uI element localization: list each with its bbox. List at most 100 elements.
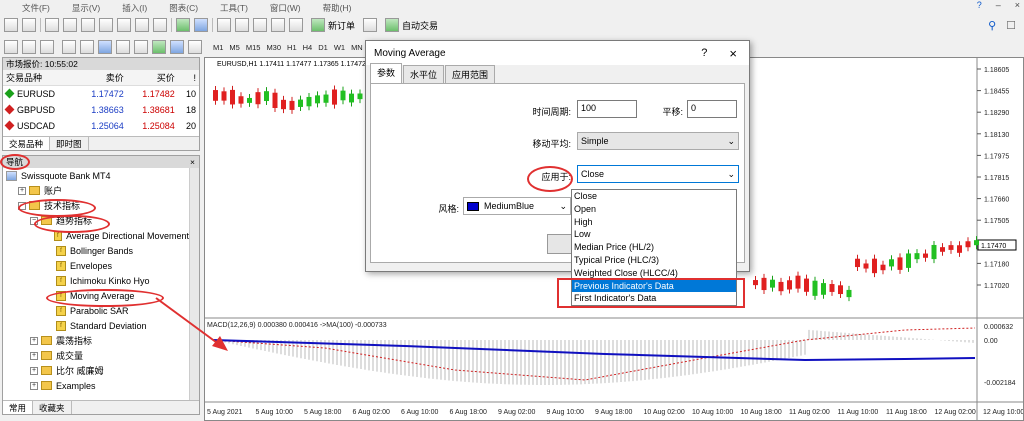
nav-item[interactable]: + Examples	[3, 378, 189, 393]
menu-item[interactable]: 窗口(W)	[270, 2, 301, 14]
bar-chart-icon[interactable]	[4, 40, 18, 54]
tab-tick-chart[interactable]: 即时图	[50, 137, 89, 150]
channel-icon[interactable]	[99, 18, 113, 32]
navigator-icon[interactable]	[253, 18, 267, 32]
apply-option[interactable]: Typical Price (HLC/3)	[572, 254, 736, 267]
expand-icon[interactable]: +	[18, 186, 26, 195]
nav-item[interactable]: + 比尔 威廉姆	[3, 363, 189, 378]
tab-common[interactable]: 常用	[3, 401, 34, 414]
apply-to-select[interactable]: Close ⌄	[577, 165, 739, 183]
col-symbol[interactable]: 交易品种	[3, 70, 76, 86]
zoom-in-icon[interactable]	[62, 40, 76, 54]
minimize-button[interactable]: –	[996, 0, 1001, 10]
horizontal-line-icon[interactable]	[63, 18, 77, 32]
tab-visualization[interactable]: 应用范围	[445, 65, 496, 83]
tester-icon[interactable]	[289, 18, 303, 32]
tile-windows-icon[interactable]	[98, 40, 112, 54]
timeframe-w1[interactable]: W1	[331, 43, 348, 52]
timeframe-d1[interactable]: D1	[315, 43, 331, 52]
indicator-icon: f	[56, 260, 66, 271]
help-window-button[interactable]: ?	[977, 0, 982, 10]
apply-option[interactable]: Open	[572, 203, 736, 216]
candlestick-icon[interactable]	[22, 40, 36, 54]
timeframe-h1[interactable]: H1	[284, 43, 300, 52]
line-chart-icon[interactable]	[40, 40, 54, 54]
menu-item[interactable]: 显示(V)	[72, 2, 100, 14]
text-icon[interactable]	[135, 18, 149, 32]
profiles-icon[interactable]	[194, 18, 208, 32]
data-window-icon[interactable]	[235, 18, 249, 32]
candle-body	[340, 90, 346, 101]
crosshair-icon[interactable]	[22, 18, 36, 32]
new-order-button[interactable]: 新订单	[307, 17, 359, 33]
expand-icon[interactable]: +	[30, 381, 38, 390]
expand-icon[interactable]: +	[30, 351, 38, 360]
market-row[interactable]: GBPUSD 1.38663 1.38681 18	[3, 102, 199, 118]
col-bid[interactable]: 卖价	[75, 70, 127, 86]
cursor-icon[interactable]	[4, 18, 18, 32]
timeframe-h4[interactable]: H4	[300, 43, 316, 52]
timeframe-mn[interactable]: MN	[348, 43, 366, 52]
symbol-diamond-icon	[4, 120, 15, 130]
apply-option[interactable]: High	[572, 216, 736, 229]
apply-option[interactable]: Low	[572, 228, 736, 241]
period-input[interactable]: 100	[577, 100, 637, 118]
autoscroll-icon[interactable]	[116, 40, 130, 54]
chat-icon[interactable]: ☐	[1006, 19, 1016, 32]
terminal-icon[interactable]	[271, 18, 285, 32]
nav-item-label: Ichimoku Kinko Hyo	[70, 275, 150, 286]
col-ask[interactable]: 买价	[126, 70, 178, 86]
tab-favorites[interactable]: 收藏夹	[33, 401, 72, 414]
auto-trading-button[interactable]: 自动交易	[381, 17, 442, 33]
dialog-help-button[interactable]: ?	[701, 47, 707, 59]
candle-body	[238, 96, 244, 104]
nav-item[interactable]: f Bollinger Bands	[3, 243, 189, 258]
menu-item[interactable]: 工具(T)	[220, 2, 248, 14]
menu-item[interactable]: 图表(C)	[169, 2, 198, 14]
fibonacci-icon[interactable]	[117, 18, 131, 32]
candle-body	[230, 89, 235, 105]
nav-item[interactable]: f Envelopes	[3, 258, 189, 273]
expand-icon[interactable]: +	[30, 366, 38, 375]
style-color-select[interactable]: MediumBlue ⌄	[463, 197, 571, 215]
nav-item[interactable]: f Ichimoku Kinko Hyo	[3, 273, 189, 288]
nav-item[interactable]: Swissquote Bank MT4	[3, 168, 189, 183]
shift-input[interactable]: 0	[687, 100, 737, 118]
tab-levels[interactable]: 水平位	[403, 65, 445, 83]
broker-icon	[6, 170, 17, 181]
label-icon[interactable]	[153, 18, 167, 32]
apply-option[interactable]: Median Price (HL/2)	[572, 241, 736, 254]
tab-parameters[interactable]: 参数	[370, 63, 403, 83]
menu-item[interactable]: 文件(F)	[22, 2, 50, 14]
market-watch-icon[interactable]	[217, 18, 231, 32]
tab-symbols[interactable]: 交易品种	[3, 137, 51, 150]
search-icon[interactable]: ⚲	[988, 19, 996, 32]
metaeditor-icon[interactable]	[363, 18, 378, 32]
menu-item[interactable]: 插入(I)	[122, 2, 147, 14]
col-spread[interactable]: !	[177, 70, 199, 86]
indicators-icon[interactable]	[152, 40, 166, 54]
method-select[interactable]: Simple ⌄	[577, 132, 739, 150]
timeframe-m1[interactable]: M1	[210, 43, 226, 52]
close-window-button[interactable]: ×	[1015, 0, 1020, 10]
market-row[interactable]: EURUSD 1.17472 1.17482 10	[3, 86, 199, 102]
apply-option[interactable]: Close	[572, 190, 736, 203]
timeframe-m5[interactable]: M5	[226, 43, 242, 52]
menu-item[interactable]: 帮助(H)	[323, 2, 352, 14]
market-row[interactable]: USDCAD 1.25064 1.25084 20	[3, 118, 199, 134]
nav-item[interactable]: + 账户	[3, 183, 189, 198]
chart-shift-icon[interactable]	[134, 40, 148, 54]
vertical-line-icon[interactable]	[45, 18, 59, 32]
periods-icon[interactable]	[170, 40, 184, 54]
dialog-close-button[interactable]: ×	[729, 46, 737, 61]
new-chart-icon[interactable]	[176, 18, 190, 32]
zoom-out-icon[interactable]	[80, 40, 94, 54]
templates-icon[interactable]	[188, 40, 202, 54]
expand-icon[interactable]: +	[30, 336, 38, 345]
nav-item-label: 成交量	[56, 351, 84, 361]
timeframe-m15[interactable]: M15	[243, 43, 264, 52]
navigator-close-button[interactable]: ×	[190, 156, 195, 168]
navigator-scrollbar[interactable]	[189, 168, 199, 400]
timeframe-m30[interactable]: M30	[263, 43, 284, 52]
trendline-icon[interactable]	[81, 18, 95, 32]
